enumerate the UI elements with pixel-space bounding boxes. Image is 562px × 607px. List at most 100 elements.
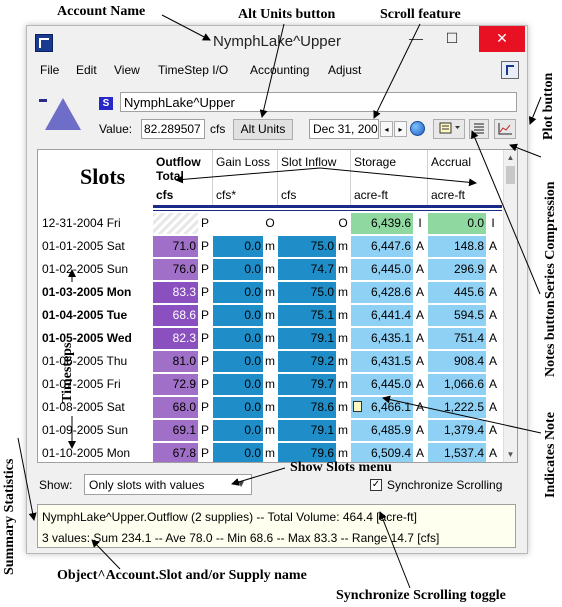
gain-loss-cell[interactable]: 0.0: [213, 236, 263, 257]
gain-loss-cell[interactable]: 0.0: [213, 282, 263, 303]
outflow-cell[interactable]: 83.3: [153, 282, 198, 303]
plot-button[interactable]: [494, 119, 516, 139]
outflow-cell[interactable]: 68.0: [153, 397, 198, 418]
storage-cell[interactable]: 6,447.6: [351, 236, 413, 257]
accrual-cell[interactable]: 296.9: [428, 259, 486, 280]
menu-view[interactable]: View: [114, 63, 140, 77]
accrual-initial-cell[interactable]: 0.0: [428, 213, 486, 234]
gain-loss-cell[interactable]: 0.0: [213, 351, 263, 372]
gain-initial-cell[interactable]: [213, 213, 263, 234]
slot-inflow-cell[interactable]: 78.6: [278, 397, 336, 418]
outflow-cell[interactable]: 68.6: [153, 305, 198, 326]
gain-loss-cell[interactable]: 0.0: [213, 420, 263, 441]
show-slots-select[interactable]: Only slots with values ▼: [84, 474, 252, 495]
storage-cell[interactable]: 6,445.0: [351, 374, 413, 395]
storage-cell[interactable]: 6,428.6: [351, 282, 413, 303]
value-field[interactable]: 82.289507: [141, 119, 205, 139]
slot-inflow-cell[interactable]: 79.1: [278, 420, 336, 441]
slot-inflow-cell[interactable]: 75.0: [278, 236, 336, 257]
gain-loss-cell[interactable]: 0.0: [213, 259, 263, 280]
accrual-cell[interactable]: 1,066.6: [428, 374, 486, 395]
date-field[interactable]: Dec 31, 2004: [309, 119, 379, 139]
note-indicator-icon[interactable]: [353, 401, 362, 412]
column-header-storage[interactable]: Storage acre-ft: [351, 150, 428, 205]
column-header-accrual[interactable]: Accrual acre-ft: [428, 150, 502, 205]
table-row: 01-02-2005 Sun 76.0 P 0.0 m 74.7 m 6,445.0 A 296.…: [38, 258, 502, 281]
account-icon[interactable]: [501, 61, 519, 79]
storage-cell[interactable]: 6,441.4: [351, 305, 413, 326]
slot-inflow-cell[interactable]: 79.2: [278, 351, 336, 372]
accrual-cell[interactable]: 1,537.4: [428, 443, 486, 462]
storage-cell[interactable]: 6,445.0: [351, 259, 413, 280]
scroll-down-icon[interactable]: ▼: [506, 450, 515, 459]
column-header-outflow[interactable]: Outflow Total cfs: [153, 150, 213, 205]
menu-adjust[interactable]: Adjust: [328, 63, 361, 77]
slot-inflow-cell[interactable]: 74.7: [278, 259, 336, 280]
scroll-up-icon[interactable]: ▲: [506, 153, 515, 162]
slot-inflow-cell[interactable]: 75.0: [278, 282, 336, 303]
sync-scrolling-checkbox[interactable]: ✓: [370, 479, 382, 491]
storage-flag: A: [415, 377, 424, 391]
table-row: 01-06-2005 Thu 81.0 P 0.0 m 79.2 m 6,431.5 A 908.…: [38, 350, 502, 373]
outflow-flag: P: [200, 377, 209, 391]
slot-inflow-flag: m: [338, 262, 348, 276]
outflow-cell[interactable]: 81.0: [153, 351, 198, 372]
menu-timestep-io[interactable]: TimeStep I/O: [158, 63, 228, 77]
row-date: 01-07-2005 Fri: [42, 377, 121, 391]
next-timestep-button[interactable]: ▸: [394, 121, 407, 137]
outflow-cell[interactable]: 72.9: [153, 374, 198, 395]
storage-cell[interactable]: 6,431.5: [351, 351, 413, 372]
outflow-cell[interactable]: 82.3: [153, 328, 198, 349]
menu-accounting[interactable]: Accounting: [250, 63, 309, 77]
globe-icon[interactable]: [410, 121, 425, 136]
accrual-cell[interactable]: 445.6: [428, 282, 486, 303]
accrual-cell[interactable]: 908.4: [428, 351, 486, 372]
gain-loss-cell[interactable]: 0.0: [213, 305, 263, 326]
close-button[interactable]: ✕: [479, 26, 525, 52]
outflow-cell[interactable]: 69.1: [153, 420, 198, 441]
slot-inflow-cell[interactable]: 75.1: [278, 305, 336, 326]
vertical-scrollbar[interactable]: ▲ ▼: [503, 150, 517, 462]
slot-inflow-flag: m: [338, 239, 348, 253]
menu-edit[interactable]: Edit: [76, 63, 97, 77]
outflow-flag: P: [200, 262, 209, 276]
outflow-cell[interactable]: 67.8: [153, 443, 198, 462]
alt-units-button[interactable]: Alt Units: [233, 119, 293, 140]
storage-flag: A: [415, 446, 424, 460]
prev-timestep-button[interactable]: ◂: [380, 121, 393, 137]
gain-loss-cell[interactable]: 0.0: [213, 374, 263, 395]
minimize-button[interactable]: —: [399, 26, 433, 52]
storage-initial-cell[interactable]: 6,439.6: [351, 213, 413, 234]
inflow-initial-cell[interactable]: [278, 213, 336, 234]
accrual-cell[interactable]: 1,222.5: [428, 397, 486, 418]
menu-file[interactable]: File: [40, 63, 59, 77]
notes-button[interactable]: [433, 119, 465, 139]
outflow-cell[interactable]: 76.0: [153, 259, 198, 280]
show-label: Show:: [39, 478, 73, 492]
scroll-thumb[interactable]: [506, 166, 515, 184]
slot-inflow-cell[interactable]: 79.1: [278, 328, 336, 349]
accrual-cell[interactable]: 148.8: [428, 236, 486, 257]
storage-cell[interactable]: 6,435.1: [351, 328, 413, 349]
gain-loss-cell[interactable]: 0.0: [213, 443, 263, 462]
gain-loss-cell[interactable]: 0.0: [213, 397, 263, 418]
accrual-flag: A: [488, 354, 497, 368]
accrual-cell[interactable]: 751.4: [428, 328, 486, 349]
storage-cell[interactable]: 6,485.9: [351, 420, 413, 441]
gain-flag: O: [265, 216, 275, 230]
column-header-gain-loss[interactable]: Gain Loss cfs*: [213, 150, 278, 205]
maximize-button[interactable]: ☐: [435, 26, 469, 52]
series-compression-button[interactable]: [469, 119, 489, 139]
outflow-initial-cell[interactable]: [153, 213, 198, 234]
column-header-slot-inflow[interactable]: Slot Inflow cfs: [278, 150, 351, 205]
accrual-cell[interactable]: 1,379.4: [428, 420, 486, 441]
storage-flag: A: [415, 423, 424, 437]
account-name-field[interactable]: NymphLake^Upper: [120, 92, 517, 112]
row-date: 01-01-2005 Sat: [42, 239, 125, 253]
title-bar: NymphLake^Upper — ☐ ✕: [27, 26, 527, 59]
outflow-cell[interactable]: 71.0: [153, 236, 198, 257]
accrual-flag: A: [488, 377, 497, 391]
slot-inflow-cell[interactable]: 79.7: [278, 374, 336, 395]
gain-loss-cell[interactable]: 0.0: [213, 328, 263, 349]
accrual-cell[interactable]: 594.5: [428, 305, 486, 326]
